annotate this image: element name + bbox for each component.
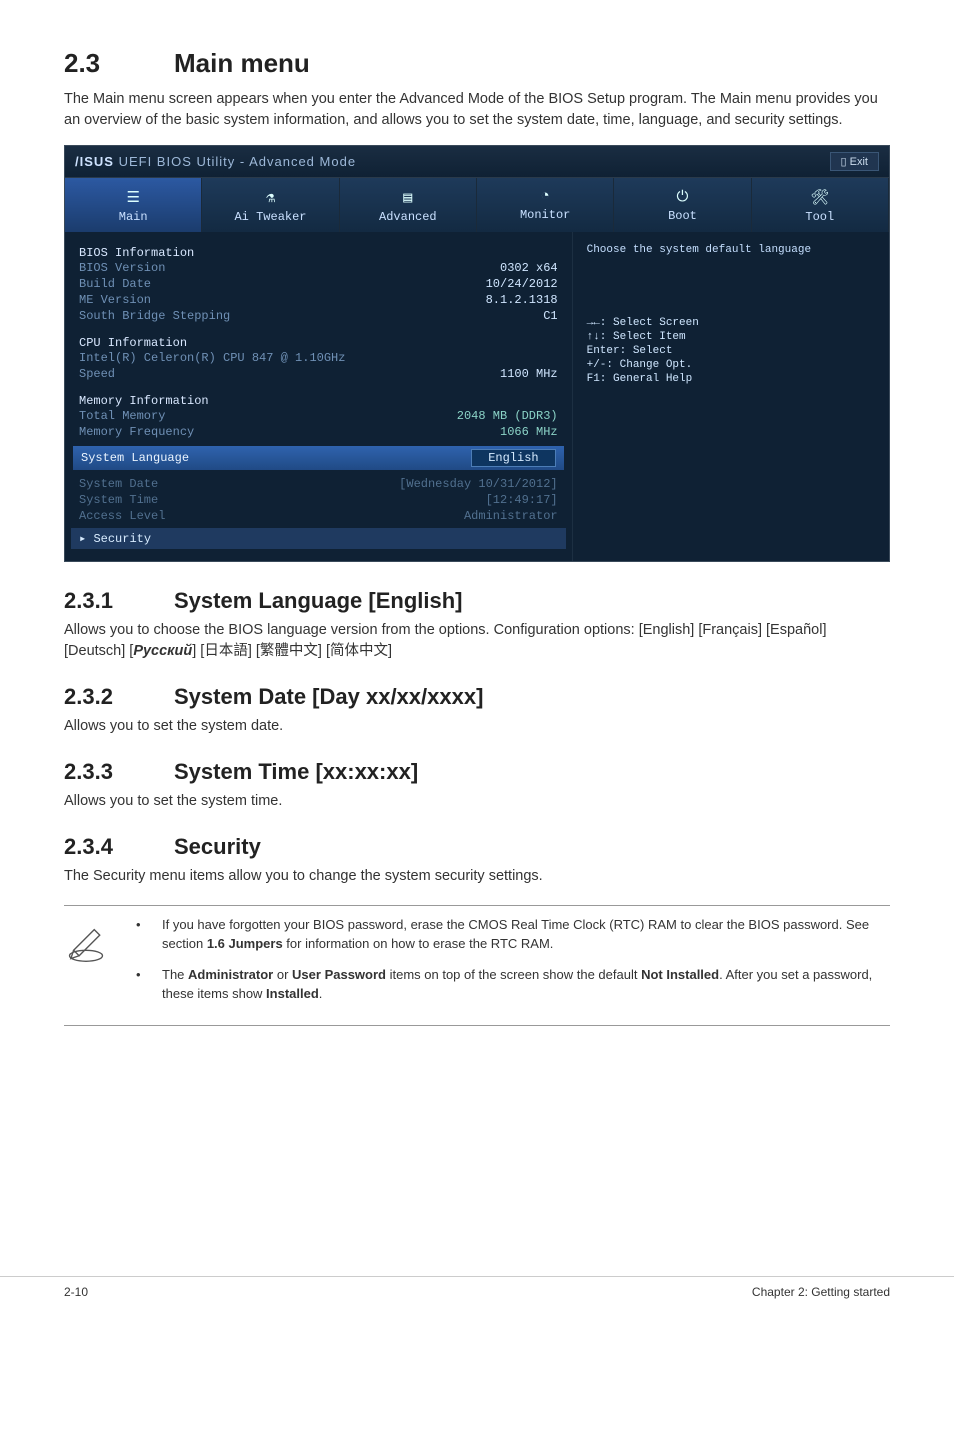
section-intro: The Main menu screen appears when you en… <box>64 89 890 131</box>
row-bios-version: BIOS Version0302 x64 <box>79 260 558 276</box>
section-heading: 2.3Main menu <box>64 48 890 79</box>
memory-info-heading: Memory Information <box>79 394 558 408</box>
hotkey-general-help: F1: General Help <box>587 372 875 386</box>
bios-brand-subtitle: UEFI BIOS Utility - Advanced Mode <box>114 154 356 169</box>
row-me-version: ME Version8.1.2.1318 <box>79 292 558 308</box>
tab-label: Boot <box>668 209 697 223</box>
row-sb-stepping: South Bridge SteppingC1 <box>79 308 558 324</box>
system-language-label: System Language <box>81 451 189 465</box>
subsection-number: 2.3.2 <box>64 684 174 710</box>
hotkey-enter: Enter: Select <box>587 344 875 358</box>
tab-label: Advanced <box>379 210 437 224</box>
exit-button[interactable]: ▯ Exit <box>830 152 879 171</box>
bios-info-heading: BIOS Information <box>79 246 558 260</box>
exit-label: Exit <box>850 156 868 168</box>
tab-tool[interactable]: 🛠 Tool <box>752 178 889 232</box>
row-system-time[interactable]: System Time[12:49:17] <box>79 492 558 508</box>
subsection-number: 2.3.3 <box>64 759 174 785</box>
tab-advanced[interactable]: ▤ Advanced <box>340 178 477 232</box>
row-cpu-speed: Speed1100 MHz <box>79 366 558 382</box>
gauge-icon: ◔ <box>481 188 609 205</box>
note-text: The Administrator or User Password items… <box>162 966 890 1004</box>
subsection-title: System Date [Day xx/xx/xxxx] <box>174 684 483 709</box>
subsection-title: Security <box>174 834 261 859</box>
note-item: • The Administrator or User Password ite… <box>136 966 890 1004</box>
bios-help-panel: Choose the system default language →←: S… <box>572 232 889 561</box>
security-label: Security <box>93 532 151 546</box>
row-build-date: Build Date10/24/2012 <box>79 276 558 292</box>
bios-tabs: ☰ Main ⚗ Ai Tweaker ▤ Advanced ◔ Monitor… <box>65 178 889 232</box>
bios-brand: /ISUS UEFI BIOS Utility - Advanced Mode <box>75 154 356 169</box>
hotkey-change-opt: +/-: Change Opt. <box>587 358 875 372</box>
tab-label: Tool <box>805 210 834 224</box>
subsection-heading: 2.3.3System Time [xx:xx:xx] <box>64 759 890 785</box>
row-cpu-name: Intel(R) Celeron(R) CPU 847 @ 1.10GHz <box>79 350 558 366</box>
hotkey-select-screen: →←: Select Screen <box>587 316 875 330</box>
tab-boot[interactable]: ⏻ Boot <box>614 178 751 232</box>
list-icon: ☰ <box>69 188 197 207</box>
bullet-icon: • <box>136 916 144 954</box>
tweaker-icon: ⚗ <box>206 188 334 207</box>
page-footer: 2-10 Chapter 2: Getting started <box>0 1276 954 1327</box>
tab-label: Ai Tweaker <box>234 210 306 224</box>
note-item: • If you have forgotten your BIOS passwo… <box>136 916 890 954</box>
chip-icon: ▤ <box>344 188 472 207</box>
bios-brand-logo: /ISUS <box>75 154 114 169</box>
chapter-label: Chapter 2: Getting started <box>752 1277 890 1299</box>
row-total-memory: Total Memory2048 MB (DDR3) <box>79 408 558 424</box>
tab-label: Monitor <box>520 208 570 222</box>
subsection-title: System Time [xx:xx:xx] <box>174 759 418 784</box>
help-hotkeys: →←: Select Screen ↑↓: Select Item Enter:… <box>587 316 875 386</box>
subsection-number: 2.3.4 <box>64 834 174 860</box>
row-memory-freq: Memory Frequency1066 MHz <box>79 424 558 440</box>
bullet-icon: • <box>136 966 144 1004</box>
bios-main-panel: BIOS Information BIOS Version0302 x64 Bu… <box>65 232 572 561</box>
section-number: 2.3 <box>64 48 174 79</box>
tab-label: Main <box>119 210 148 224</box>
note-text: If you have forgotten your BIOS password… <box>162 916 890 954</box>
system-language-value[interactable]: English <box>471 449 555 467</box>
hotkey-select-item: ↑↓: Select Item <box>587 330 875 344</box>
subsection-heading: 2.3.4Security <box>64 834 890 860</box>
section-title-text: Main menu <box>174 48 310 78</box>
tab-ai-tweaker[interactable]: ⚗ Ai Tweaker <box>202 178 339 232</box>
row-security[interactable]: ▸ Security <box>71 528 566 549</box>
row-system-date[interactable]: System Date[Wednesday 10/31/2012] <box>79 476 558 492</box>
bios-titlebar: /ISUS UEFI BIOS Utility - Advanced Mode … <box>65 146 889 178</box>
pencil-note-icon <box>64 916 112 969</box>
subsection-body: The Security menu items allow you to cha… <box>64 866 890 887</box>
subsection-body: Allows you to set the system time. <box>64 791 890 812</box>
subsection-heading: 2.3.1System Language [English] <box>64 588 890 614</box>
tab-main[interactable]: ☰ Main <box>65 178 202 232</box>
subsection-body: Allows you to set the system date. <box>64 716 890 737</box>
cpu-info-heading: CPU Information <box>79 336 558 350</box>
note-box: • If you have forgotten your BIOS passwo… <box>64 905 890 1026</box>
page-number: 2-10 <box>64 1277 88 1299</box>
row-system-language[interactable]: System Language English <box>73 446 564 470</box>
help-description: Choose the system default language <box>587 244 875 256</box>
divider <box>64 905 890 906</box>
row-access-level: Access LevelAdministrator <box>79 508 558 524</box>
subsection-number: 2.3.1 <box>64 588 174 614</box>
subsection-title: System Language [English] <box>174 588 463 613</box>
subsection-heading: 2.3.2System Date [Day xx/xx/xxxx] <box>64 684 890 710</box>
subsection-body: Allows you to choose the BIOS language v… <box>64 620 890 662</box>
chevron-right-icon: ▸ <box>79 532 93 546</box>
divider <box>64 1025 890 1026</box>
exit-icon: ▯ <box>841 156 850 168</box>
tool-icon: 🛠 <box>756 188 884 207</box>
power-icon: ⏻ <box>618 188 746 206</box>
tab-monitor[interactable]: ◔ Monitor <box>477 178 614 232</box>
bios-screenshot: /ISUS UEFI BIOS Utility - Advanced Mode … <box>64 145 890 562</box>
